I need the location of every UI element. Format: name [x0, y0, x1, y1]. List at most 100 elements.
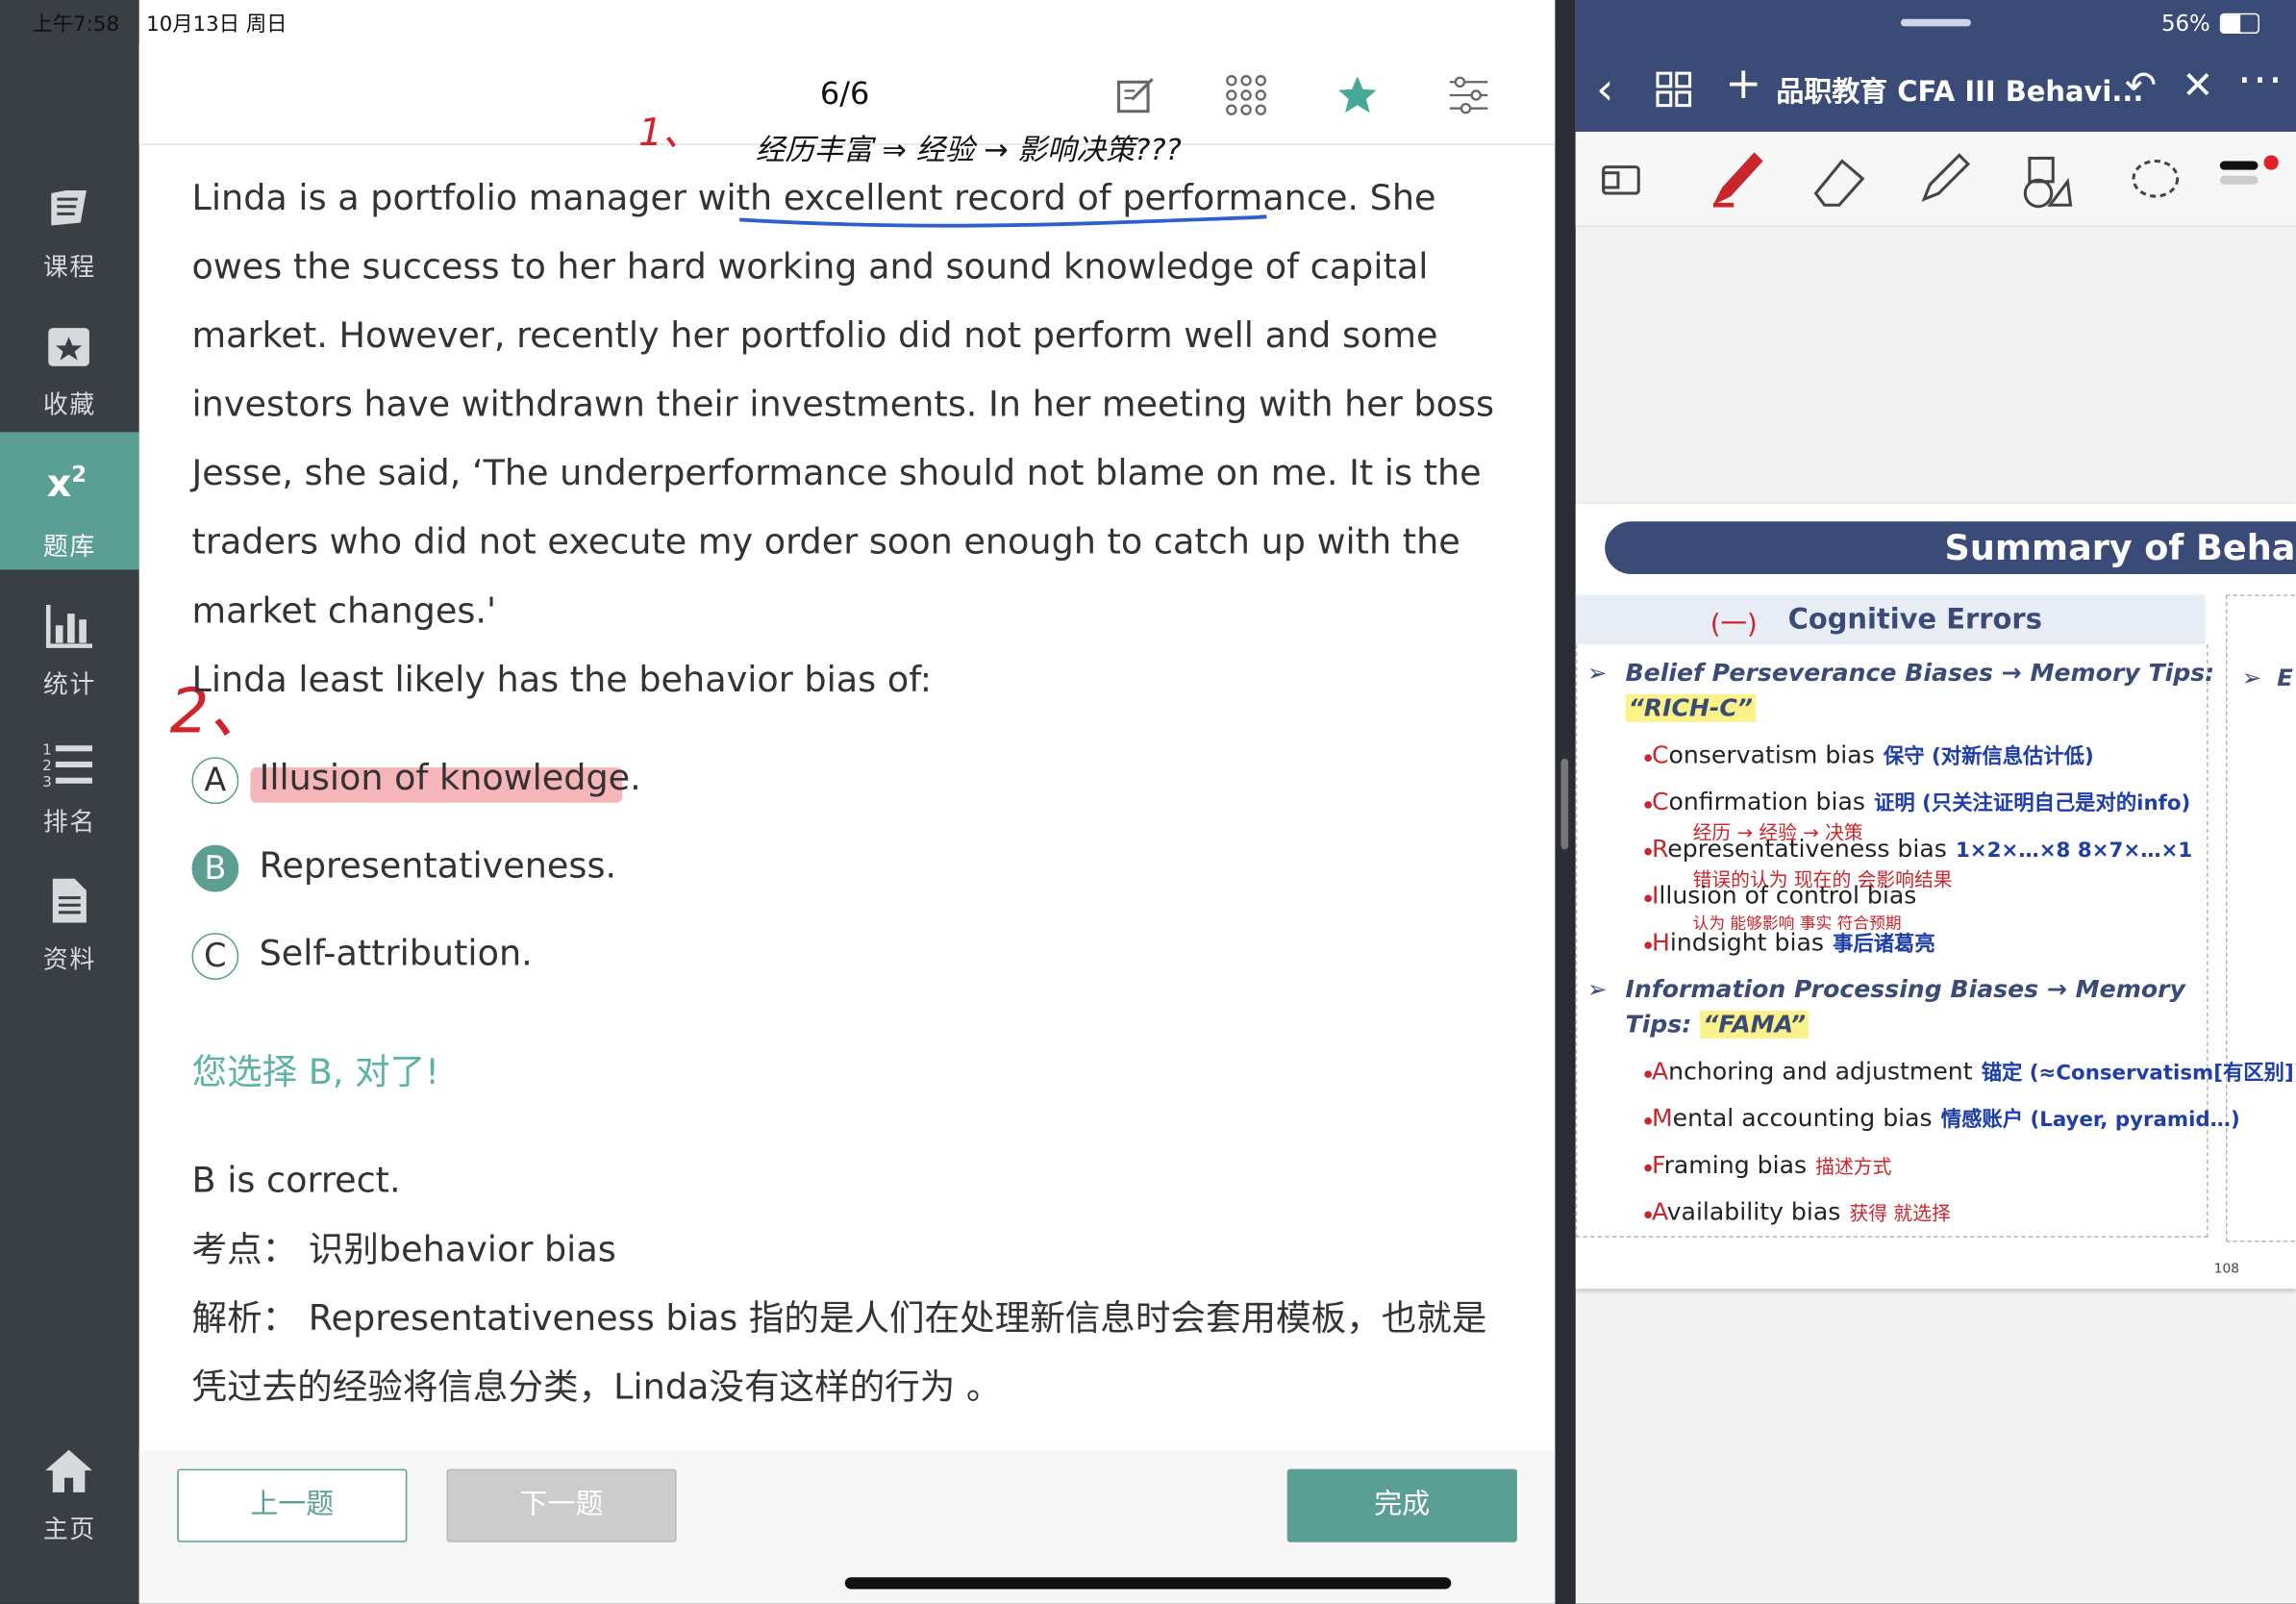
star-icon[interactable] — [1335, 73, 1380, 117]
book-icon — [51, 189, 87, 226]
sidebar-item-courses[interactable]: 课程 — [0, 176, 139, 313]
done-button[interactable]: 完成 — [1286, 1468, 1517, 1542]
handwritten-section-num: (一) — [1710, 609, 1758, 640]
explanation: B is correct. 考点： 识别behavior bias 解析： Re… — [192, 1147, 1510, 1422]
sidebar-item-materials[interactable]: 资料 — [0, 868, 139, 1006]
question-counter: 6/6 — [819, 76, 870, 112]
analysis-value: Representativeness bias 指的是人们在处理新信息时会套用模… — [191, 1297, 1487, 1408]
note-edit-icon[interactable] — [1114, 73, 1159, 117]
option-letter: C — [191, 933, 239, 980]
tip-fama-text: “FAMA” — [1700, 1010, 1809, 1039]
list-item: Availability bias 获得 就选择 — [1644, 1197, 1951, 1226]
shapes-icon[interactable] — [2018, 152, 2077, 211]
more-icon[interactable]: ··· — [2237, 56, 2284, 107]
notes-toolbar — [1575, 132, 2296, 228]
back-icon[interactable]: ‹ — [1596, 64, 1613, 115]
next-question-button[interactable]: 下一题 — [446, 1468, 677, 1542]
option-letter: B — [191, 844, 239, 892]
grid-dots-icon[interactable] — [1224, 73, 1268, 117]
sidebar: 课程 收藏 x2 题库 统计 123 排名 资料 主页 — [0, 0, 139, 1604]
cognitive-errors-label: Cognitive Errors — [1787, 603, 2042, 636]
arrow-bullet: ➢ — [1586, 659, 1608, 688]
item-name: vailability bias — [1666, 1197, 1841, 1226]
sidebar-item-label: 资料 — [42, 945, 96, 976]
option-c[interactable]: C Self-attribution. — [191, 929, 778, 988]
item-initial: A — [1651, 1197, 1667, 1226]
status-date: 10月13日 周日 — [146, 13, 287, 38]
sidebar-item-question-bank[interactable]: x2 题库 — [0, 432, 139, 570]
slide-title-text: Summary of Behav — [1944, 527, 2296, 568]
svg-text:3: 3 — [42, 773, 52, 789]
highlighter-icon[interactable] — [1915, 149, 1974, 208]
lasso-icon[interactable] — [2126, 152, 2184, 211]
emotional-column: ➢ E — [2225, 594, 2296, 1242]
undo-icon[interactable]: ↶ — [2125, 64, 2157, 109]
handwritten-note: 情感账户 (Layer, pyramid…) — [1940, 1108, 2240, 1133]
item-initial: M — [1651, 1104, 1673, 1133]
battery-text: 56% — [2160, 10, 2210, 38]
split-view-handle[interactable] — [1560, 758, 1569, 850]
handwritten-note: 获得 就选择 — [1849, 1203, 1951, 1226]
list-item: Representativeness bias 1×2×…×8 8×7×…×1 — [1644, 835, 2193, 864]
bar-chart-icon — [45, 604, 92, 648]
handwritten-note: 证明 (只关注证明自己是对的info) — [1874, 791, 2191, 816]
handwritten-note-1-text: 经历丰富 ⇒ 经验 → 影响决策??? — [756, 126, 1182, 168]
handwritten-note: 事后诸葛亮 — [1833, 933, 1935, 957]
item-initial: C — [1651, 740, 1669, 769]
item-name: onfirmation bias — [1668, 788, 1865, 816]
svg-text:1: 1 — [42, 740, 52, 758]
tip-rich-c: “RICH-C” — [1625, 693, 1757, 722]
handwritten-note: 锚定 (≈Conservatism[有区别]) — [1981, 1062, 2296, 1086]
slide-page: Summary of Behav Cognitive Errors (一) ➢ … — [1575, 503, 2296, 1290]
option-b[interactable]: B Representativeness. — [191, 840, 778, 899]
prev-question-button[interactable]: 上一题 — [177, 1468, 408, 1542]
home-icon — [45, 1449, 92, 1492]
option-text: Illusion of knowledge. — [259, 757, 641, 799]
result-message: 您选择 B, 对了! — [191, 1051, 439, 1093]
document-title[interactable]: 品职教育 CFA III Behavi... — [1776, 70, 2143, 110]
sidebar-item-home[interactable]: 主页 — [0, 1439, 139, 1576]
sidebar-item-favorites[interactable]: 收藏 — [0, 313, 139, 451]
handwritten-note-1-label: 经历丰富 ⇒ 经验 → 影响决策??? — [755, 132, 1182, 167]
key-point: 考点： 识别behavior bias — [192, 1216, 1510, 1285]
sidebar-item-label: 统计 — [42, 670, 96, 700]
notes-app: 56% ‹ + 品职教育 CFA III Behavi... ↶ ✕ ··· S — [1575, 0, 2296, 1604]
sidebar-item-label: 排名 — [42, 808, 96, 839]
page-layout-icon[interactable] — [1599, 158, 1643, 202]
sidebar-item-ranking[interactable]: 123 排名 — [0, 731, 139, 868]
list-item: Confirmation bias 证明 (只关注证明自己是对的info) — [1644, 788, 2191, 816]
pen-color-swatch[interactable] — [2219, 155, 2279, 200]
handwritten-note: 1×2×…×8 8×7×…×1 — [1955, 839, 2193, 864]
eraser-icon[interactable] — [1809, 152, 1868, 211]
key-point-label: 考点： — [191, 1228, 298, 1270]
grid-view-icon[interactable] — [1655, 70, 1693, 109]
item-name: llusion of control bias — [1659, 881, 1917, 910]
status-pill — [1900, 18, 1971, 27]
close-pen-icon[interactable]: ✕ — [2182, 64, 2213, 109]
item-initial: C — [1651, 788, 1669, 816]
ranking-list-icon: 123 — [42, 740, 92, 789]
item-initial: I — [1651, 881, 1660, 910]
add-icon[interactable]: + — [1725, 59, 1761, 110]
cognitive-errors-header: Cognitive Errors (一) — [1575, 594, 2206, 645]
question-prompt: Linda least likely has the behavior bias… — [191, 659, 933, 700]
tip-fama: Tips: “FAMA” — [1626, 1010, 1809, 1039]
slide-title: Summary of Behav — [1605, 521, 2296, 575]
item-initial: R — [1651, 835, 1668, 864]
settings-sliders-icon[interactable] — [1447, 73, 1491, 117]
home-indicator[interactable] — [844, 1577, 1452, 1590]
sidebar-item-label: 课程 — [42, 253, 96, 283]
analysis: 解析： Representativeness bias 指的是人们在处理新信息时… — [192, 1285, 1510, 1422]
section-belief: Belief Perseverance Biases → Memory Tips… — [1625, 659, 2215, 688]
item-name: indsight bias — [1669, 928, 1824, 957]
item-name: raming bias — [1663, 1151, 1808, 1180]
analysis-label: 解析： — [191, 1297, 298, 1340]
handwritten-note: 描述方式 — [1815, 1157, 1892, 1180]
list-item: Mental accounting bias 情感账户 (Layer, pyram… — [1644, 1104, 2240, 1133]
pen-tool-icon[interactable] — [1705, 146, 1769, 211]
page-number: 108 — [2213, 1262, 2239, 1278]
option-a[interactable]: A Illusion of knowledge. — [191, 753, 778, 812]
sidebar-item-stats[interactable]: 统计 — [0, 593, 139, 731]
list-item: Framing bias 描述方式 — [1644, 1151, 1892, 1180]
battery-icon — [2219, 13, 2259, 35]
